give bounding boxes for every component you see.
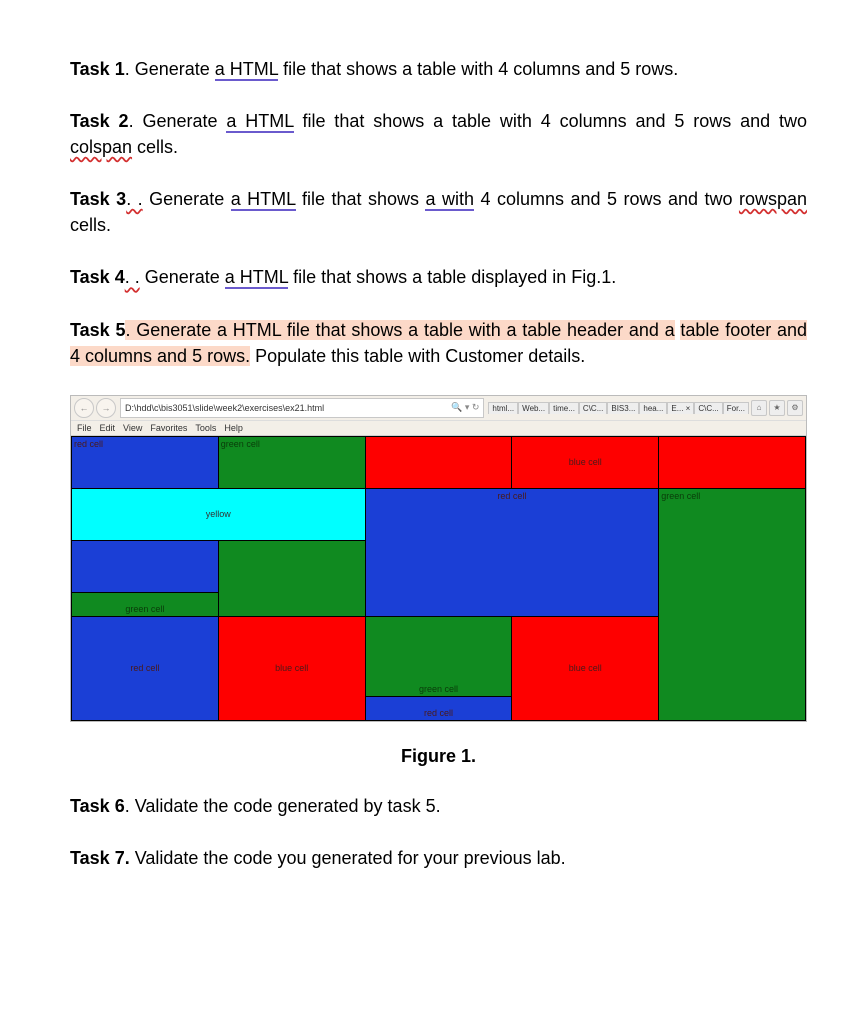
menu-bar: File Edit View Favorites Tools Help: [71, 421, 806, 436]
menu-file[interactable]: File: [77, 423, 92, 433]
task-7-text: Validate the code you generated for your…: [130, 848, 566, 868]
back-button[interactable]: ←: [74, 398, 94, 418]
tab-1[interactable]: Web...: [518, 402, 549, 414]
cell-r5c4: blue cell: [512, 616, 659, 720]
task-3-text-d: cells.: [70, 215, 111, 235]
task-4-text-a: Generate: [140, 267, 225, 287]
task-3-underline1: a HTML: [231, 189, 296, 211]
address-text: D:\hdd\c\bis3051\slide\week2\exercises\e…: [125, 403, 324, 413]
cell-r1c5: [659, 436, 806, 488]
tab-6[interactable]: E... ×: [667, 402, 694, 414]
task-4-label: Task 4: [70, 267, 125, 287]
cell-r5c1: red cell: [72, 616, 219, 720]
task-1-label: Task 1: [70, 59, 125, 79]
task-1-underline: a HTML: [215, 59, 278, 81]
task-2-underline: a HTML: [226, 111, 293, 133]
task-3: Task 3. . Generate a HTML file that show…: [70, 186, 807, 238]
browser-chrome: ← → D:\hdd\c\bis3051\slide\week2\exercis…: [71, 396, 806, 421]
cell-r1c4: blue cell: [512, 436, 659, 488]
task-7-label: Task 7.: [70, 848, 130, 868]
menu-edit[interactable]: Edit: [100, 423, 116, 433]
tab-4[interactable]: BIS3...: [607, 402, 639, 414]
task-6-text: . Validate the code generated by task 5.: [125, 796, 441, 816]
task-3-text-c: 4 columns and 5 rows and two: [474, 189, 739, 209]
cell-r6c3-label: red cell: [424, 708, 453, 718]
figure-table: red cell green cell blue cell yellow red…: [71, 436, 806, 721]
cell-r5c3: green cell: [365, 616, 512, 696]
figure-1: ← → D:\hdd\c\bis3051\slide\week2\exercis…: [70, 395, 807, 722]
cell-r5c3-label: green cell: [419, 684, 458, 694]
task-4-text-b: file that shows a table displayed in Fig…: [288, 267, 616, 287]
cell-r5c4-label: blue cell: [569, 663, 602, 673]
task-2-text-a: . Generate: [129, 111, 227, 131]
figure-caption: Figure 1.: [70, 746, 807, 767]
cell-r1c1: red cell: [72, 436, 219, 488]
cell-r5c2: blue cell: [218, 616, 365, 720]
task-3-spell: rowspan: [739, 189, 807, 209]
cell-r5c2-label: blue cell: [275, 663, 308, 673]
task-5-hl1: . Generate a HTML file that shows a tabl…: [125, 320, 674, 340]
address-bar[interactable]: D:\hdd\c\bis3051\slide\week2\exercises\e…: [120, 398, 484, 418]
cell-r1c2-label: green cell: [221, 439, 260, 449]
tab-7[interactable]: C\C...: [694, 402, 722, 414]
forward-button[interactable]: →: [96, 398, 116, 418]
cell-r4c1-label: green cell: [125, 604, 164, 614]
task-7: Task 7. Validate the code you generated …: [70, 845, 807, 871]
task-6: Task 6. Validate the code generated by t…: [70, 793, 807, 819]
cell-r3c1: [72, 540, 219, 592]
task-1-text-b: file that shows a table with 4 columns a…: [278, 59, 678, 79]
cell-r2c1-label: yellow: [206, 509, 231, 519]
cell-r2c5-label: green cell: [661, 491, 700, 501]
task-6-label: Task 6: [70, 796, 125, 816]
gear-icon[interactable]: ⚙: [787, 400, 803, 416]
search-icon: 🔍 ▾ ↻: [451, 402, 479, 413]
task-4-squig: . .: [125, 267, 140, 287]
task-2-text-b: file that shows a table with 4 columns a…: [294, 111, 807, 131]
task-5-tail: Populate this table with Customer detail…: [250, 346, 585, 366]
cell-r1c3: [365, 436, 512, 488]
browser-window: ← → D:\hdd\c\bis3051\slide\week2\exercis…: [70, 395, 807, 722]
task-3-text-a: Generate: [143, 189, 231, 209]
cell-r1c1-label: red cell: [74, 439, 103, 449]
cell-r4c1: green cell: [72, 592, 219, 616]
tab-3[interactable]: C\C...: [579, 402, 607, 414]
task-5: Task 5. Generate a HTML file that shows …: [70, 317, 807, 369]
cell-r2c5: green cell: [659, 488, 806, 720]
task-3-label: Task 3: [70, 189, 126, 209]
cell-r1c4-label: blue cell: [569, 457, 602, 467]
task-2-text-c: cells.: [132, 137, 178, 157]
task-3-text-b: file that shows: [296, 189, 426, 209]
task-2: Task 2. Generate a HTML file that shows …: [70, 108, 807, 160]
tab-2[interactable]: time...: [549, 402, 579, 414]
tab-0[interactable]: html...: [488, 402, 518, 414]
task-5-label: Task 5: [70, 320, 125, 340]
menu-view[interactable]: View: [123, 423, 142, 433]
cell-r3c2: [218, 540, 365, 616]
task-2-spell: colspan: [70, 137, 132, 157]
tab-strip: html... Web... time... C\C... BIS3... he…: [488, 402, 749, 414]
cell-r5c1-label: red cell: [130, 663, 159, 673]
star-icon[interactable]: ★: [769, 400, 785, 416]
task-1-text-a: . Generate: [125, 59, 215, 79]
tab-5[interactable]: hea...: [639, 402, 667, 414]
task-1: Task 1. Generate a HTML file that shows …: [70, 56, 807, 82]
task-2-label: Task 2: [70, 111, 129, 131]
menu-tools[interactable]: Tools: [195, 423, 216, 433]
task-4-underline1: a HTML: [225, 267, 288, 289]
cell-r2c3-label: red cell: [497, 491, 526, 501]
home-icon[interactable]: ⌂: [751, 400, 767, 416]
menu-help[interactable]: Help: [224, 423, 243, 433]
cell-r2c1: yellow: [72, 488, 366, 540]
cell-r2c3: red cell: [365, 488, 659, 616]
cell-r6c3: red cell: [365, 696, 512, 720]
cell-r1c2: green cell: [218, 436, 365, 488]
menu-favorites[interactable]: Favorites: [150, 423, 187, 433]
task-3-underline2: a with: [425, 189, 474, 211]
task-4: Task 4. . Generate a HTML file that show…: [70, 264, 807, 290]
task-3-squig: . .: [126, 189, 142, 209]
tab-8[interactable]: For...: [723, 402, 749, 414]
